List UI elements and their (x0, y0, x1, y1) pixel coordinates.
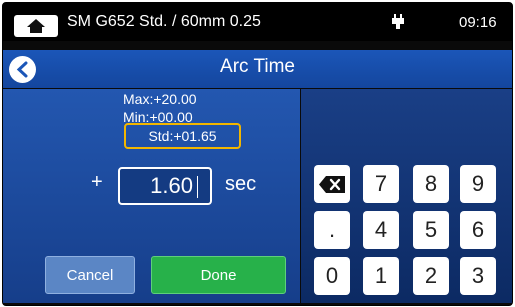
text-cursor (197, 176, 198, 199)
home-icon (27, 19, 45, 33)
page-header: Arc Time (3, 50, 512, 88)
std-value: Std:+01.65 (124, 123, 241, 149)
key-3[interactable]: 3 (460, 257, 496, 295)
status-bar: SM G652 Std. / 60mm 0.25 09:16 (3, 3, 512, 41)
key-decimal[interactable]: . (314, 211, 350, 249)
fiber-program-title: SM G652 Std. / 60mm 0.25 (67, 13, 261, 30)
key-7[interactable]: 7 (363, 165, 399, 203)
key-9[interactable]: 9 (460, 165, 496, 203)
key-2[interactable]: 2 (413, 257, 449, 295)
unit-label: sec (225, 173, 257, 195)
home-button[interactable] (14, 15, 58, 37)
key-4[interactable]: 4 (363, 211, 399, 249)
key-5[interactable]: 5 (413, 211, 449, 249)
key-6[interactable]: 6 (460, 211, 496, 249)
cancel-button[interactable]: Cancel (45, 256, 135, 294)
arc-time-value: 1.60 (150, 173, 193, 198)
clock: 09:16 (459, 14, 497, 31)
done-button[interactable]: Done (151, 256, 286, 294)
sign-label: + (91, 171, 103, 193)
device-screen: SM G652 Std. / 60mm 0.25 09:16 Arc Time … (2, 2, 513, 306)
backspace-key[interactable] (314, 165, 350, 203)
max-value: Max:+20.00 (123, 91, 197, 107)
arc-time-input[interactable]: 1.60 (118, 167, 212, 205)
key-1[interactable]: 1 (363, 257, 399, 295)
page-title: Arc Time (220, 56, 295, 77)
key-0[interactable]: 0 (314, 257, 350, 295)
backspace-icon (319, 176, 345, 193)
key-8[interactable]: 8 (413, 165, 449, 203)
power-plug-icon (392, 14, 404, 29)
